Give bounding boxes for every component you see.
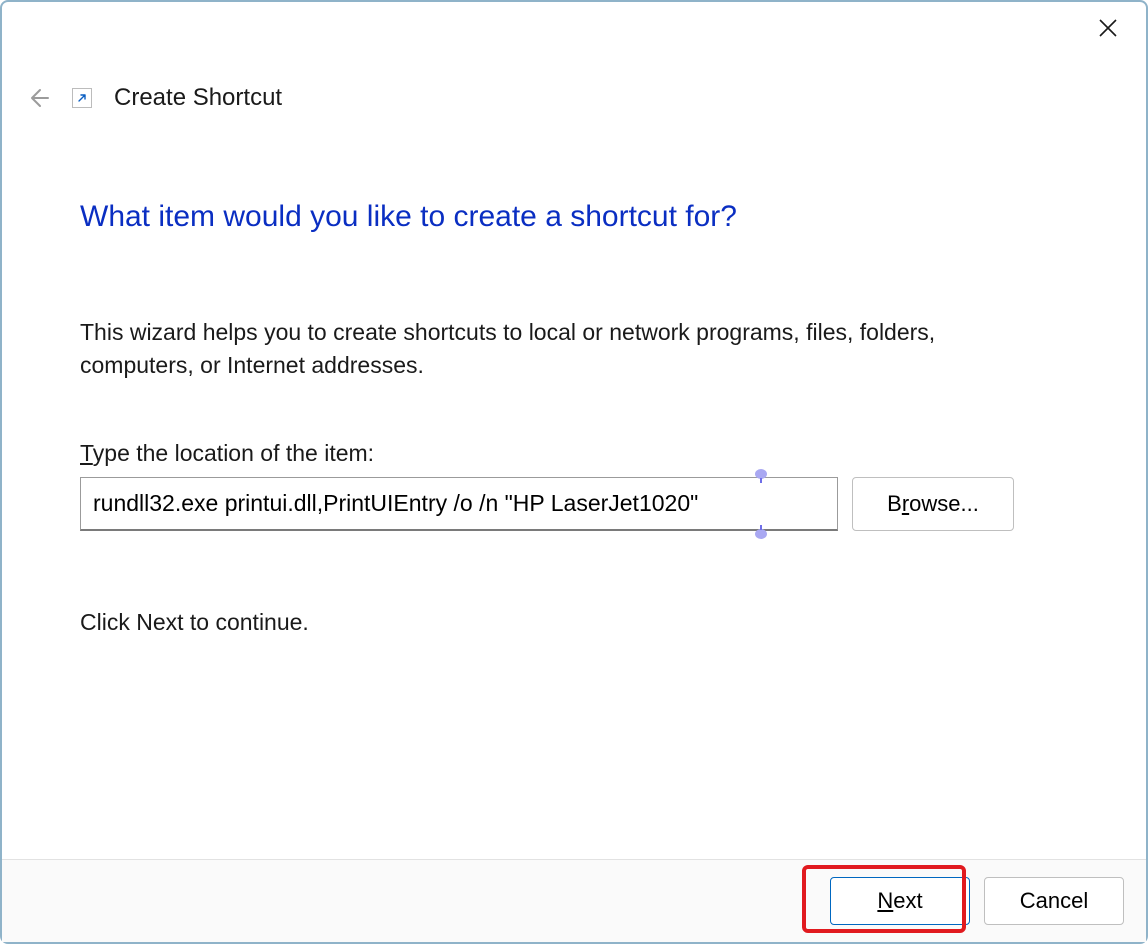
arrow-left-icon xyxy=(26,86,50,110)
titlebar xyxy=(2,2,1146,62)
next-button[interactable]: Next xyxy=(830,877,970,925)
shortcut-overlay-icon xyxy=(72,88,92,108)
wizard-footer: Next Cancel xyxy=(2,859,1146,942)
browse-button[interactable]: Browse... xyxy=(852,477,1014,531)
description-text: This wizard helps you to create shortcut… xyxy=(80,316,1020,383)
close-icon xyxy=(1099,19,1117,37)
selection-handle-bottom-icon xyxy=(750,525,772,539)
location-label: Type the location of the item: xyxy=(80,440,1068,467)
close-button[interactable] xyxy=(1088,12,1128,44)
wizard-content: What item would you like to create a sho… xyxy=(2,112,1146,859)
location-input-wrap xyxy=(80,477,838,531)
wizard-header: Create Shortcut xyxy=(2,84,1146,112)
back-button[interactable] xyxy=(26,86,50,110)
location-input[interactable] xyxy=(80,477,838,531)
continue-hint: Click Next to continue. xyxy=(80,609,1068,636)
cancel-button[interactable]: Cancel xyxy=(984,877,1124,925)
location-row: Browse... xyxy=(80,477,1068,531)
wizard-title: Create Shortcut xyxy=(114,84,282,112)
page-heading: What item would you like to create a sho… xyxy=(80,198,1068,236)
selection-handle-top-icon xyxy=(750,469,772,483)
create-shortcut-wizard-window: Create Shortcut What item would you like… xyxy=(0,0,1148,944)
